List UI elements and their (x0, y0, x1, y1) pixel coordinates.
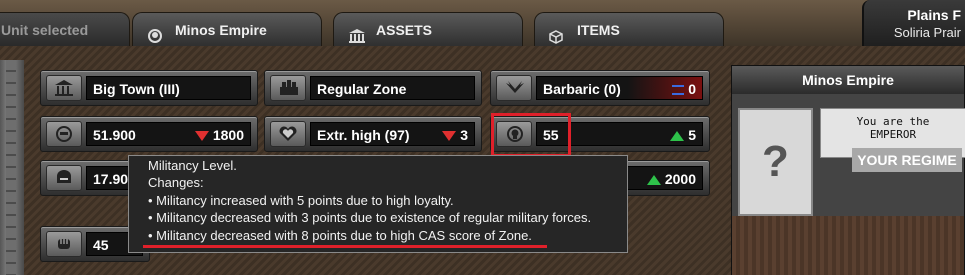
tab-unit-selected[interactable]: Unit selected (0, 12, 130, 46)
tab-assets[interactable]: ASSETS (333, 12, 523, 46)
tab-minos-empire[interactable]: Minos Empire (132, 12, 322, 46)
barbaric-value-wrap: 0 (672, 77, 696, 101)
militancy-highlight (491, 113, 571, 157)
tab-label: Unit selected (1, 22, 89, 38)
population-delta: 1800 (212, 127, 244, 143)
town-tile[interactable]: Big Town (III) (40, 70, 258, 106)
location-subtitle: Soliria Prair (893, 25, 961, 40)
building-icon (46, 75, 82, 101)
emperor-line2: EMPEROR (869, 128, 917, 141)
strength-value: 45 (93, 237, 109, 253)
zone-type-value: Regular Zone (310, 76, 475, 100)
barbaric-value: 0 (688, 81, 696, 97)
building-icon (348, 22, 365, 43)
location-panel: Plains F Soliria Prair (862, 0, 965, 46)
tab-label: Minos Empire (175, 22, 267, 38)
barracks-icon (270, 75, 306, 101)
location-title: Plains F (907, 7, 961, 23)
left-rail (0, 60, 24, 275)
production-value: 17.90 (93, 171, 129, 187)
decrease-arrow-icon (194, 131, 209, 142)
loyalty-label: Extr. high (97) (317, 127, 410, 143)
cube-icon (549, 22, 565, 44)
annotation-underline (143, 245, 547, 248)
your-regime-button[interactable]: YOUR REGIME (852, 148, 962, 172)
helmet-icon (46, 165, 82, 191)
game-screen: Unit selected Minos Empire ASSETS ITEMS … (0, 0, 965, 275)
tooltip-line: • Militancy decreased with 3 points due … (148, 210, 592, 226)
tab-label: ASSETS (376, 22, 433, 38)
population-value: 51.900 (93, 127, 136, 143)
tab-label: ITEMS (577, 22, 620, 38)
militancy-delta-wrap: 5 (670, 123, 696, 147)
population-delta-wrap: 1800 (194, 123, 244, 147)
zone-tile[interactable]: Regular Zone (264, 70, 482, 106)
increase-arrow-icon (646, 175, 661, 186)
militancy-tooltip: Militancy Level. Changes: • Militancy in… (128, 155, 628, 253)
head-icon (46, 121, 82, 147)
panel-footer (732, 216, 964, 275)
empire-panel: Minos Empire ? You are the EMPEROR YOUR … (731, 65, 965, 275)
emperor-line1: You are the (856, 115, 930, 128)
panel-title: Minos Empire (732, 66, 964, 94)
barbaric-tile[interactable]: Barbaric (0) 0 (490, 70, 710, 106)
tooltip-line: • Militancy increased with 5 points due … (148, 192, 454, 208)
resource-delta: 2000 (664, 171, 696, 187)
tab-items[interactable]: ITEMS (534, 12, 724, 46)
equal-bars-icon (672, 85, 685, 96)
tooltip-subtitle: Changes: (148, 175, 204, 191)
resource-delta-wrap: 2000 (646, 167, 696, 191)
increase-arrow-icon (670, 131, 685, 142)
skull-wreath-icon (147, 22, 163, 43)
population-tile[interactable]: 51.900 1800 (40, 116, 258, 152)
heart-shield-icon (270, 121, 306, 147)
fist-icon (46, 231, 82, 257)
loyalty-tile[interactable]: Extr. high (97) 3 (264, 116, 482, 152)
tooltip-title: Militancy Level. (148, 158, 237, 173)
tooltip-line: • Militancy decreased with 8 points due … (148, 227, 532, 243)
loyalty-delta-wrap: 3 (442, 123, 468, 147)
decrease-arrow-icon (442, 131, 457, 142)
tab-bar: Unit selected Minos Empire ASSETS ITEMS … (0, 0, 965, 46)
loyalty-field: Extr. high (97) 3 (310, 122, 475, 146)
barbaric-field: Barbaric (0) 0 (536, 76, 703, 100)
regime-portrait[interactable]: ? (738, 108, 813, 216)
population-field: 51.900 1800 (86, 122, 251, 146)
town-size-value: Big Town (III) (86, 76, 251, 100)
loyalty-delta: 3 (460, 127, 468, 143)
barbaric-label: Barbaric (0) (543, 81, 621, 97)
wings-icon (496, 75, 532, 101)
militancy-delta: 5 (688, 127, 696, 143)
